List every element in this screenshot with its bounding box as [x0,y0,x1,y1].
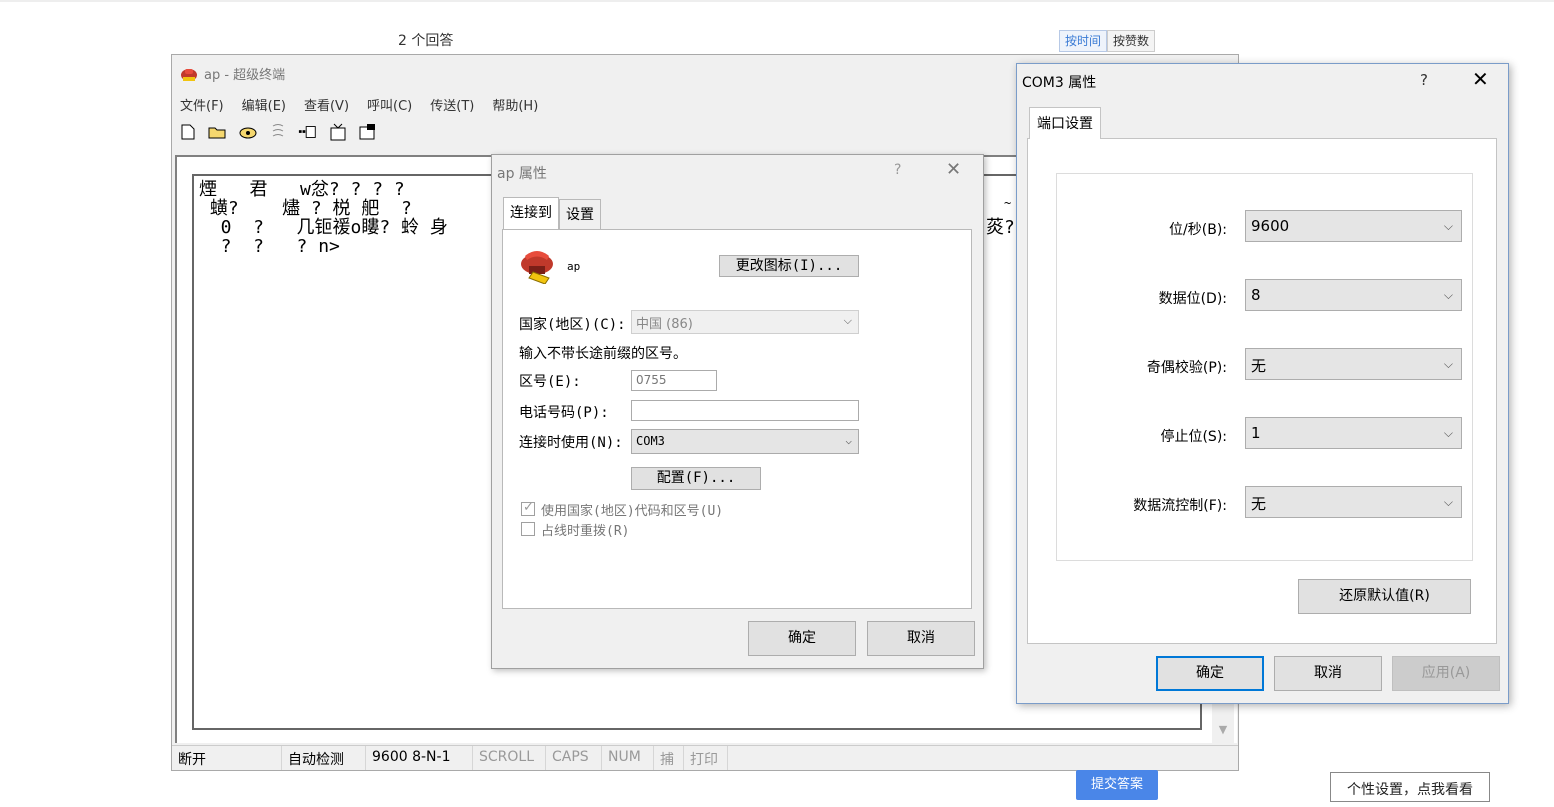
parity-select[interactable]: 无 ⌵ [1245,348,1462,380]
tab-port-settings[interactable]: 端口设置 [1029,107,1101,139]
status-detect: 自动检测 [282,746,366,770]
country-select: 中国 (86) ⌵ [631,310,859,334]
chevron-down-icon: ⌵ [1443,219,1453,233]
phone-number-field[interactable] [631,400,859,421]
port-settings-panel: 位/秒(B): 9600 ⌵ 数据位(D): 8 ⌵ 奇偶校验(P): 无 ⌵ 停止位… [1027,138,1497,644]
country-label: 国家(地区)(C): [519,317,626,333]
answers-count: 2 个回答 [398,33,454,49]
receive-icon[interactable] [328,123,348,141]
dialog-title: COM3 属性 [1022,75,1097,91]
redial-checkbox[interactable] [521,522,535,536]
baud-rate-select[interactable]: 9600 ⌵ [1245,210,1462,242]
chevron-down-icon: ⌵ [845,434,852,447]
phone-number-label: 电话号码(P): [519,405,609,421]
flow-control-select[interactable]: 无 ⌵ [1245,486,1462,518]
flow-control-label: 数据流控制(F): [1133,498,1227,514]
top-divider [0,0,1554,2]
status-bar: 断开 自动检测 9600 8-N-1 SCROLL CAPS NUM 捕 打印 [172,745,1238,770]
window-title: ap - 超级终端 [204,68,286,83]
area-code-field[interactable]: 0755 [631,370,717,391]
menu-edit[interactable]: 编辑(E) [242,95,286,114]
status-port-settings: 9600 8-N-1 [366,746,473,770]
sort-by-votes-tab[interactable]: 按赞数 [1107,30,1156,52]
properties-icon[interactable] [358,123,378,141]
data-bits-label: 数据位(D): [1158,291,1227,307]
menu-file[interactable]: 文件(F) [180,95,224,114]
stop-bits-select[interactable]: 1 ⌵ [1245,417,1462,449]
ap-properties-dialog: ap 属性 ? ✕ 连接到 设置 ap 更改图标(I)... 国家(地区)(C)… [491,154,984,669]
tab-connect-to[interactable]: 连接到 [503,197,559,229]
connect-using-label: 连接时使用(N): [519,435,623,451]
menu-bar: 文件(F) 编辑(E) 查看(V) 呼叫(C) 传送(T) 帮助(H) [180,95,538,114]
hyperterminal-logo-icon [181,68,197,81]
area-code-hint: 输入不带长途前缀的区号。 [519,346,687,362]
status-capture: 捕 [654,746,684,770]
window-titlebar: ap - 超级终端 [180,64,285,83]
menu-help[interactable]: 帮助(H) [492,95,538,114]
restore-defaults-button[interactable]: 还原默认值(R) [1298,579,1471,614]
status-connection: 断开 [172,746,282,770]
use-country-code-checkbox [521,500,535,516]
connect-using-select[interactable]: COM3 ⌵ [631,429,859,454]
terminal-fragment: ~ [1004,196,1012,210]
change-icon-button[interactable]: 更改图标(I)... [719,255,859,277]
cancel-button[interactable]: 取消 [1274,656,1382,691]
status-caps: CAPS [546,746,602,770]
help-button[interactable]: ? [1420,71,1428,89]
menu-transfer[interactable]: 传送(T) [430,95,474,114]
terminal-line: 0 ? 几钷禐o瞜? 蛉 身 [199,217,448,238]
status-print: 打印 [684,746,728,770]
terminal-fragment: 菼? [986,217,1015,238]
baud-rate-label: 位/秒(B): [1169,222,1227,238]
redial-label: 占线时重拨(R) [541,524,630,539]
chevron-down-icon: ⌵ [1443,357,1453,371]
chevron-down-icon: ⌵ [1443,426,1453,440]
chevron-down-icon: ⌵ [1443,495,1453,509]
phone-disconnect-icon[interactable] [268,123,288,141]
connection-name: ap [567,260,581,273]
data-bits-select[interactable]: 8 ⌵ [1245,279,1462,311]
area-code-label: 区号(E): [519,374,581,390]
parity-label: 奇偶校验(P): [1146,360,1227,376]
new-file-icon[interactable] [178,123,198,141]
stop-bits-label: 停止位(S): [1160,429,1227,445]
close-icon[interactable]: ✕ [1472,67,1489,91]
status-num: NUM [602,746,654,770]
help-button[interactable]: ? [894,162,901,178]
toolbar [178,123,378,141]
dialog-title: ap 属性 [497,166,547,182]
submit-answer-button[interactable]: 提交答案 [1076,770,1158,800]
tab-settings[interactable]: 设置 [559,199,601,229]
terminal-line: ? ? ? n> [199,236,340,257]
cancel-button[interactable]: 取消 [867,621,975,656]
terminal-line: 煙 君 w忿? ? ? ? [199,179,405,200]
sort-tabs: 按时间 按赞数 [1059,30,1156,52]
apply-button[interactable]: 应用(A) [1392,656,1500,691]
chevron-down-icon: ⌵ [1443,288,1453,302]
close-icon[interactable]: ✕ [946,159,961,180]
configure-button[interactable]: 配置(F)... [631,467,761,490]
chevron-down-icon: ⌵ [843,314,852,327]
personal-settings-button[interactable]: 个性设置，点我看看 [1330,772,1490,802]
menu-view[interactable]: 查看(V) [304,95,349,114]
menu-call[interactable]: 呼叫(C) [367,95,412,114]
phone-icon [521,251,553,284]
phone-connect-icon[interactable] [238,123,258,141]
scroll-down-arrow-icon[interactable]: ▼ [1212,721,1234,739]
com3-properties-dialog: COM3 属性 ? ✕ 端口设置 位/秒(B): 9600 ⌵ 数据位(D): 8… [1016,63,1509,704]
send-icon[interactable] [298,123,318,141]
status-scroll: SCROLL [473,746,546,770]
ok-button[interactable]: 确定 [748,621,856,656]
open-folder-icon[interactable] [208,123,228,141]
sort-by-time-tab[interactable]: 按时间 [1059,30,1108,52]
use-country-code-label: 使用国家(地区)代码和区号(U) [541,504,724,519]
terminal-line: 蟥? 燼 ? 棁 舥 ? [199,198,412,219]
ok-button[interactable]: 确定 [1156,656,1264,691]
port-settings-group: 位/秒(B): 9600 ⌵ 数据位(D): 8 ⌵ 奇偶校验(P): 无 ⌵ 停止位… [1056,173,1473,561]
tab-bar: 连接到 设置 [503,197,601,229]
connect-to-panel: ap 更改图标(I)... 国家(地区)(C): 中国 (86) ⌵ 输入不带长… [502,229,972,609]
